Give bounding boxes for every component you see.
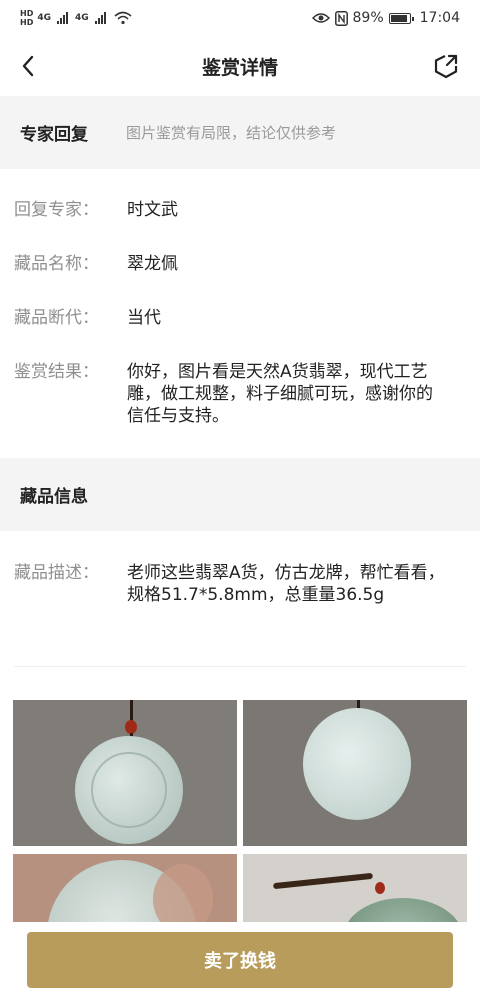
hd-bottom-label: HD (20, 18, 34, 27)
collection-info-label: 藏品信息 (20, 487, 88, 507)
detail-key: 藏品名称： (14, 254, 99, 274)
divider (14, 666, 466, 667)
page-title: 鉴赏详情 (201, 56, 278, 79)
hd-top-label: HD (20, 9, 34, 18)
description-row: 藏品描述： 老师这些翡翠A货，仿古龙牌，帮忙看看，规格51.7*5.8mm，总重… (14, 562, 466, 606)
network-type-2: 4G (75, 13, 89, 23)
sell-for-cash-button[interactable]: 卖了换钱 (27, 932, 453, 988)
clock: 17:04 (419, 10, 460, 26)
wifi-icon (114, 11, 132, 25)
detail-row-era: 藏品断代： 当代 (14, 307, 466, 329)
expert-reply-label: 专家回复 (20, 125, 88, 145)
status-bar: HD HD 4G 4G 89% 17:04 (0, 0, 480, 36)
disclaimer-note: 图片鉴赏有局限，结论仅供参考 (126, 124, 337, 142)
battery-percent: 89% (352, 10, 384, 26)
detail-value: 你好，图片看是天然A货翡翠，现代工艺雕，做工规整，料子细腻可玩，感谢你的信任与支… (127, 362, 433, 426)
detail-row-expert: 回复专家： 时文武 (14, 199, 466, 221)
hd-indicator: HD HD (20, 9, 33, 27)
battery-icon (388, 12, 414, 24)
jade-back-photo[interactable] (243, 700, 467, 846)
share-button[interactable] (432, 52, 460, 80)
description-key: 藏品描述： (14, 563, 99, 583)
signal-2-icon (94, 12, 106, 24)
detail-key: 藏品断代： (14, 308, 99, 328)
eye-icon (311, 13, 330, 23)
detail-value: 当代 (127, 308, 161, 328)
description-value: 老师这些翡翠A货，仿古龙牌，帮忙看看，规格51.7*5.8mm，总重量36.5g (127, 563, 445, 605)
nav-bar: 鉴赏详情 (0, 36, 480, 96)
detail-value: 时文武 (127, 200, 178, 220)
collection-info-header: 藏品信息 (0, 458, 480, 531)
detail-row-result: 鉴赏结果： 你好，图片看是天然A货翡翠，现代工艺雕，做工规整，料子细腻可玩，感谢… (14, 361, 466, 427)
signal-1-icon (57, 12, 68, 24)
status-right: 89% 17:04 (311, 10, 460, 26)
detail-row-name: 藏品名称： 翠龙佩 (14, 253, 466, 275)
bottom-bar: 卖了换钱 (0, 922, 480, 996)
expert-reply-header: 专家回复 图片鉴赏有局限，结论仅供参考 (0, 96, 480, 169)
nfc-icon (334, 10, 348, 26)
detail-key: 鉴赏结果： (14, 362, 99, 382)
jade-front-photo[interactable] (13, 700, 237, 846)
detail-value: 翠龙佩 (127, 254, 178, 274)
back-button[interactable] (14, 52, 42, 80)
network-type-1: 4G (37, 13, 51, 23)
chevron-left-icon (22, 55, 34, 77)
share-icon (434, 54, 458, 79)
detail-key: 回复专家： (14, 200, 99, 220)
status-left: HD HD 4G 4G (20, 9, 132, 27)
